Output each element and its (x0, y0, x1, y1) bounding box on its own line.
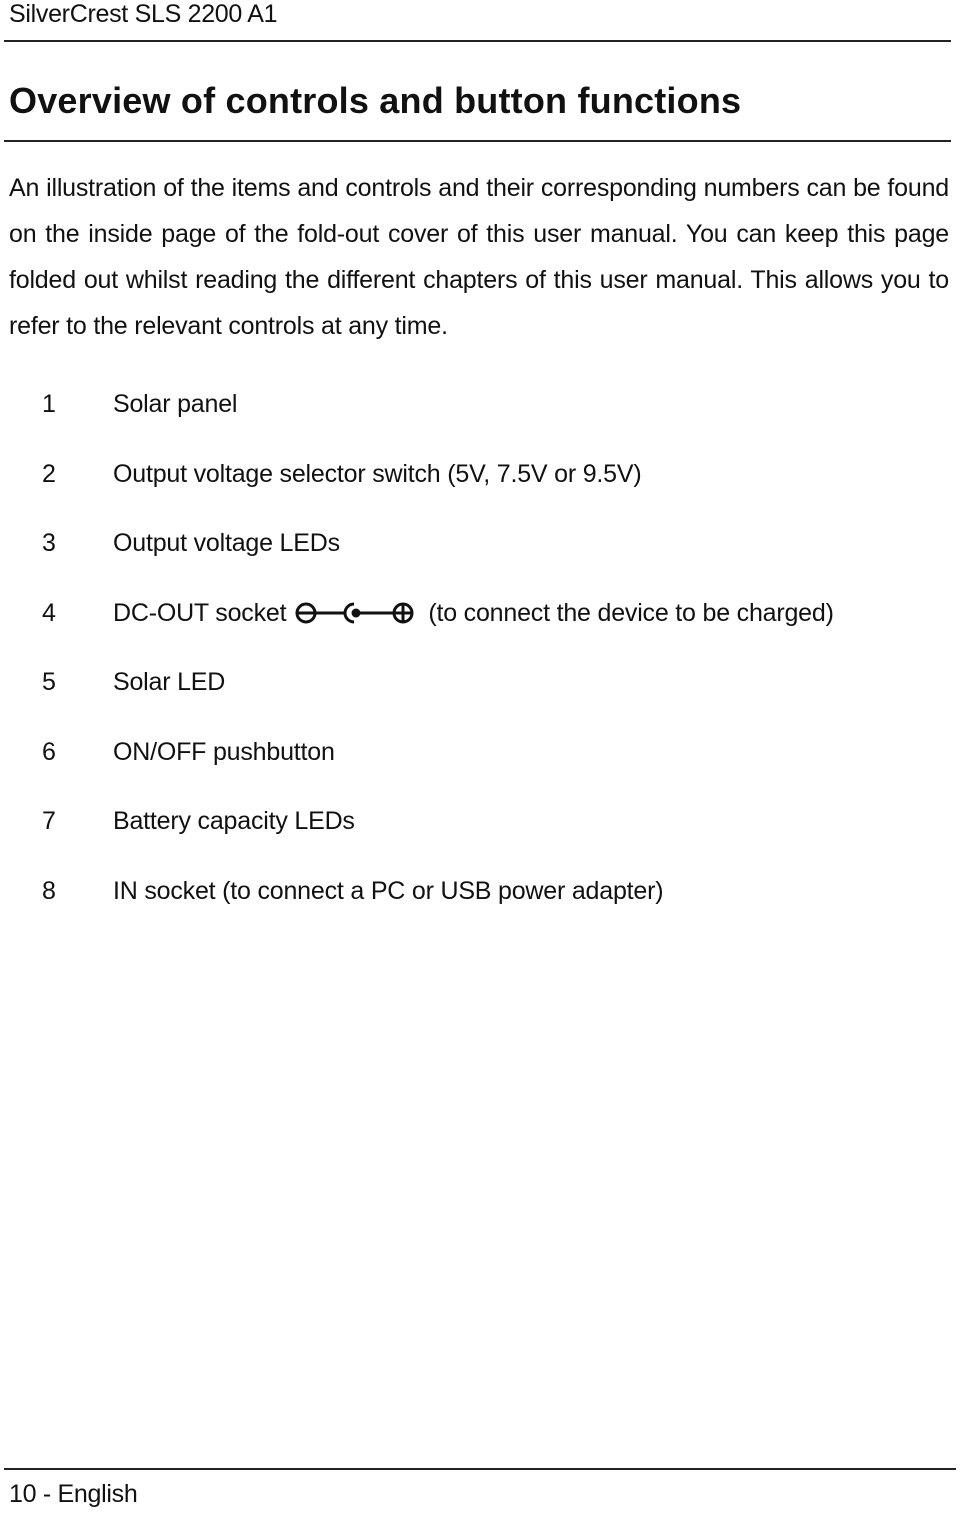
item-number: 4 (42, 598, 56, 627)
item-label: Battery capacity LEDs (113, 807, 355, 836)
item-label: IN socket (to connect a PC or USB power … (113, 876, 664, 905)
intro-paragraph: An illustration of the items and control… (9, 174, 949, 340)
item-label: Solar panel (113, 390, 238, 419)
list-item: 4 DC-OUT socket (to connect the device t… (0, 579, 834, 649)
list-item: 1 Solar panel (0, 370, 834, 440)
item-number: 6 (42, 737, 56, 766)
item-suffix: (to connect the device to be charged) (428, 598, 834, 627)
list-item: 3 Output voltage LEDs (0, 509, 834, 579)
running-header: SilverCrest SLS 2200 A1 (9, 0, 278, 28)
page-title: Overview of controls and button function… (9, 80, 742, 121)
list-item: 2 Output voltage selector switch (5V, 7.… (0, 440, 834, 510)
title-divider (4, 140, 951, 142)
item-label: Output voltage LEDs (113, 529, 340, 558)
item-label: Solar LED (113, 668, 226, 697)
list-item: 7 Battery capacity LEDs (0, 787, 834, 857)
footer-divider (4, 1468, 956, 1470)
item-number: 7 (42, 807, 56, 836)
item-label: DC-OUT socket (113, 598, 287, 627)
header-divider (4, 40, 951, 42)
item-number: 3 (42, 529, 56, 558)
item-number: 5 (42, 668, 56, 697)
item-number: 1 (42, 390, 56, 419)
item-label: ON/OFF pushbutton (113, 737, 335, 766)
list-item: 6 ON/OFF pushbutton (0, 718, 834, 788)
item-number: 2 (42, 459, 56, 488)
page-footer: 10 - English (9, 1480, 138, 1508)
item-label-group: DC-OUT socket (to connect the device to … (84, 598, 834, 628)
list-item: 8 IN socket (to connect a PC or USB powe… (0, 857, 834, 927)
controls-list: 1 Solar panel 2 Output voltage selector … (0, 370, 834, 926)
item-number: 8 (42, 876, 56, 905)
item-label: Output voltage selector switch (5V, 7.5V… (113, 459, 642, 488)
list-item: 5 Solar LED (0, 648, 834, 718)
dc-polarity-symbol-icon (295, 602, 414, 624)
